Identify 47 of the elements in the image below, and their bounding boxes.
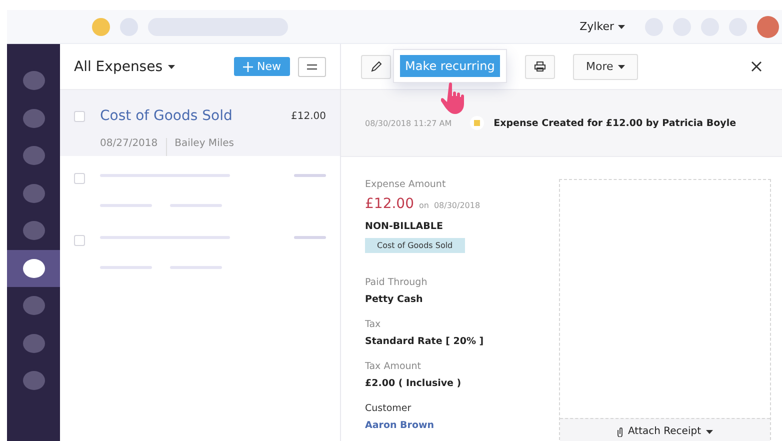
close-icon[interactable] [751,61,762,72]
edit-button[interactable] [361,54,391,78]
row-checkbox[interactable] [74,111,85,122]
menu-icon [307,64,317,70]
status-dot-icon [120,18,138,36]
expense-date: 08/30/2018 [434,201,480,210]
history-text: Expense Created for £12.00 by Patricia Boyle [494,118,736,128]
caret-icon [618,64,626,68]
caret-icon [706,430,713,434]
billable-status: NON-BILLABLE [365,221,443,232]
field-label: Customer [365,403,412,414]
more-button[interactable]: More [573,54,638,80]
paperclip-icon [617,426,623,436]
expense-amount: £12.00 [291,111,326,124]
field-label: Tax [365,319,381,330]
category-tag: Cost of Goods Sold [365,238,465,253]
row-checkbox[interactable] [74,235,85,246]
history-time: 08/30/2018 11:27 AM [365,118,452,128]
attach-receipt-button[interactable]: Attach Receipt [560,418,770,441]
expense-name: Cost of Goods Sold [100,108,234,126]
row-checkbox[interactable] [74,173,85,184]
status-dot-icon [92,18,110,36]
field-value: Petty Cash [365,294,423,305]
plus-icon [243,62,253,72]
field-value: £2.00 ( Inclusive ) [365,378,462,389]
list-title[interactable]: All Expenses [74,58,226,74]
field-label: Expense Amount [365,179,446,190]
note-icon [470,116,484,130]
expense-date: 08/27/2018 [100,138,158,150]
user-avatar[interactable] [757,16,779,38]
menu-button[interactable] [298,56,326,76]
expense-row[interactable]: Cost of Goods Sold £12.00 08/27/2018 Bailey Miles [60,90,340,156]
caret-icon [168,64,175,68]
field-label: Tax Amount [365,361,422,372]
field-label: Paid Through [365,277,428,288]
customer-link[interactable]: Aaron Brown [365,420,434,431]
printer-icon [534,61,546,72]
on-label: on [419,201,429,210]
expense-amount-value: £12.00 [365,196,414,212]
expense-person: Bailey Miles [174,138,234,150]
pencil-icon [370,61,382,72]
sidebar-item[interactable] [7,250,60,287]
field-value: Standard Rate [ 20% ] [365,336,484,347]
hand-pointer-icon [441,82,467,116]
print-button[interactable] [525,54,555,78]
organization-switcher[interactable]: Zylker [580,20,625,33]
caret-icon [618,24,625,28]
